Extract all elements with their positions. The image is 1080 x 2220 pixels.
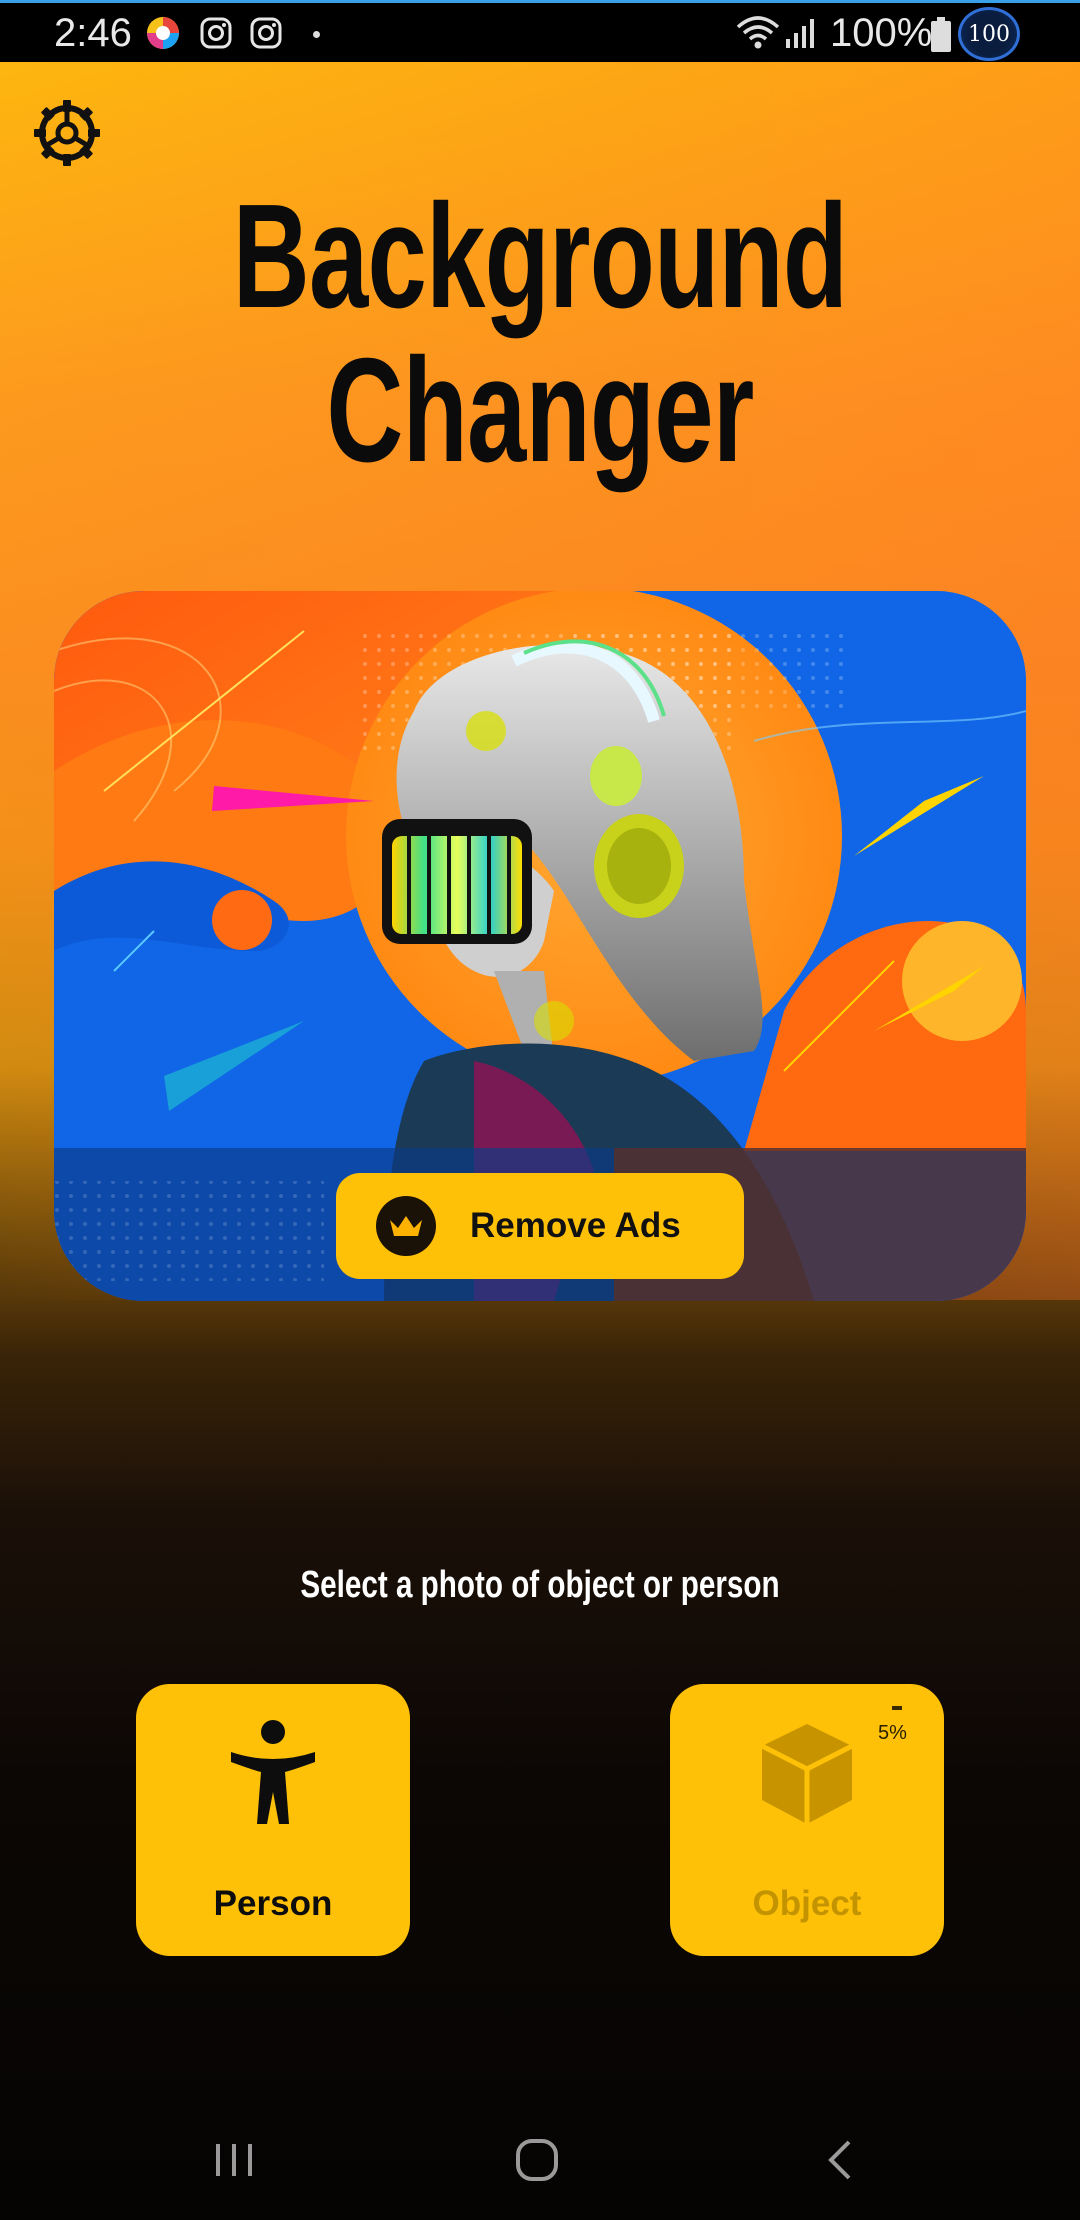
select-photo-prompt: Select a photo of object or person: [300, 1564, 780, 1606]
recents-icon[interactable]: [194, 2130, 274, 2190]
instagram-icon: [250, 17, 282, 49]
app-title: Background Changer: [151, 180, 929, 488]
status-time: 2:46: [54, 11, 132, 55]
status-bar: 2:46 100% 100: [0, 0, 1080, 62]
progress-mark: [892, 1706, 902, 1710]
person-icon: [231, 1720, 315, 1824]
level-badge: 100: [958, 7, 1020, 61]
instagram-icon: [200, 17, 232, 49]
app-title-line2: Changer: [326, 328, 754, 493]
home-icon[interactable]: [497, 2130, 577, 2190]
signal-icon: [786, 19, 814, 48]
wifi-icon: [736, 16, 780, 49]
battery-percent: 100%: [830, 11, 933, 55]
person-card-label: Person: [213, 1884, 333, 1923]
object-progress: 5%: [878, 1722, 907, 1744]
app-title-line1: Background: [232, 174, 848, 339]
nav-bar: [0, 2100, 1080, 2220]
remove-ads-button[interactable]: Remove Ads: [336, 1173, 744, 1279]
gear-icon[interactable]: [32, 98, 102, 168]
cube-icon: [760, 1724, 854, 1824]
back-icon[interactable]: [800, 2130, 880, 2190]
object-card-label: Object: [752, 1884, 862, 1923]
notification-dot: [313, 31, 320, 38]
crown-icon: [376, 1196, 436, 1256]
remove-ads-label: Remove Ads: [470, 1206, 681, 1245]
battery-icon: [931, 17, 951, 52]
person-card[interactable]: Person: [136, 1684, 410, 1956]
object-card[interactable]: 5% Object: [670, 1684, 944, 1956]
chrome-like-app-icon: [147, 17, 179, 49]
